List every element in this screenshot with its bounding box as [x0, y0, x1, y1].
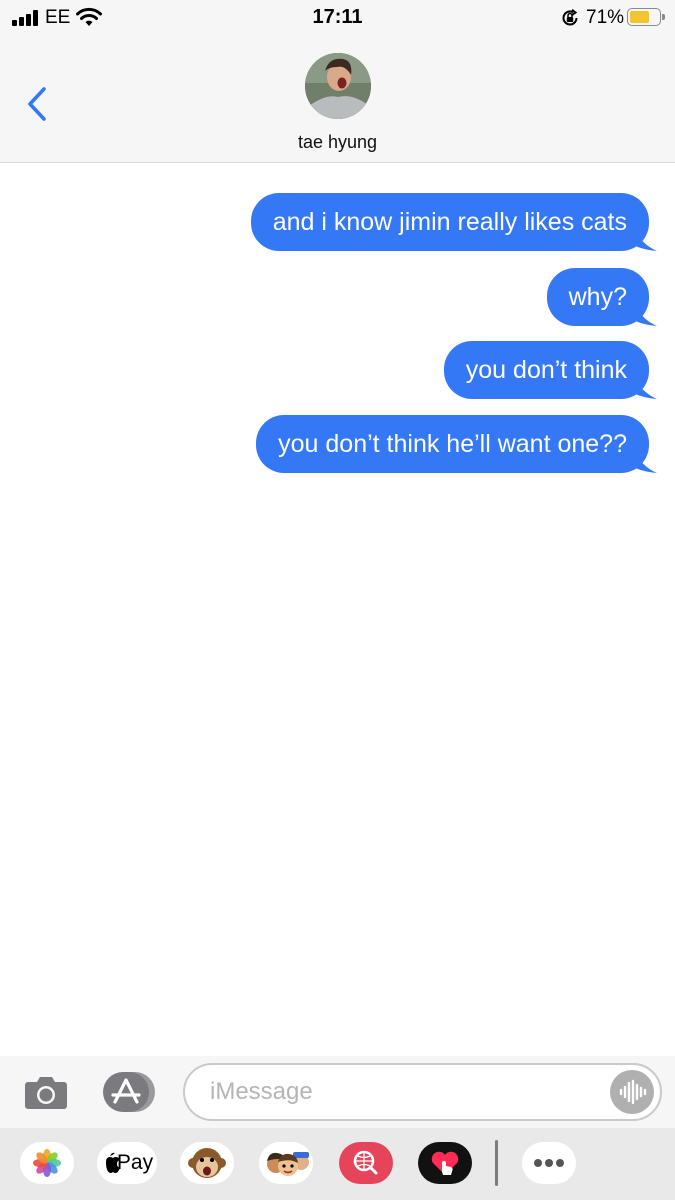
memoji-stickers-icon — [267, 1152, 309, 1176]
more-apps-icon — [534, 1159, 564, 1167]
avatar-photo — [305, 53, 371, 119]
contact-avatar[interactable] — [305, 53, 371, 119]
message-text: you don’t think he’ll want one?? — [278, 430, 627, 458]
more-apps-button[interactable] — [522, 1142, 576, 1184]
audio-waveform-icon — [619, 1079, 647, 1105]
photos-app-button[interactable] — [20, 1142, 74, 1184]
contact-name[interactable]: tae hyung — [0, 132, 675, 153]
message-placeholder: iMessage — [210, 1078, 313, 1105]
status-bar: EE 17:11 71% — [0, 0, 675, 36]
conversation-header: tae hyung — [0, 36, 675, 163]
camera-icon[interactable] — [24, 1072, 68, 1110]
apple-pay-button[interactable]: Pay — [97, 1142, 157, 1184]
bubble-tail — [635, 379, 657, 399]
bubble-tail — [635, 231, 657, 251]
sent-message-bubble[interactable]: you don’t think he’ll want one?? — [256, 415, 657, 473]
image-search-icon — [339, 1142, 393, 1184]
sent-message-bubble[interactable]: and i know jimin really likes cats — [250, 193, 657, 251]
message-text: and i know jimin really likes cats — [272, 208, 627, 236]
imessage-app-drawer: Pay — [0, 1128, 675, 1200]
message-input[interactable]: iMessage — [183, 1063, 662, 1121]
drawer-divider — [495, 1140, 498, 1186]
battery-icon — [627, 8, 665, 26]
message-text: why? — [568, 283, 627, 311]
bubble-tail — [635, 453, 657, 473]
sent-message-bubble[interactable]: you don’t think — [443, 341, 657, 399]
apple-pay-label: Pay — [116, 1151, 154, 1174]
sent-message-bubble[interactable]: why? — [546, 268, 657, 326]
compose-bar: iMessage — [0, 1056, 675, 1128]
animoji-app-button[interactable] — [180, 1142, 234, 1184]
photos-icon — [33, 1149, 61, 1177]
digital-touch-icon — [418, 1142, 472, 1184]
message-text: you don’t think — [465, 356, 627, 384]
image-search-button[interactable] — [339, 1142, 393, 1184]
digital-touch-button[interactable] — [418, 1142, 472, 1184]
back-chevron-icon[interactable] — [22, 84, 52, 124]
memoji-stickers-button[interactable] — [259, 1142, 313, 1184]
animoji-monkey-icon — [188, 1148, 226, 1178]
message-thread[interactable]: and i know jimin really likes cats why? … — [0, 163, 675, 1056]
audio-message-button[interactable] — [610, 1070, 654, 1114]
rotation-lock-icon — [562, 9, 578, 26]
battery-percentage: 71% — [586, 7, 625, 28]
bubble-tail — [635, 306, 657, 326]
app-store-icon[interactable] — [103, 1070, 155, 1114]
